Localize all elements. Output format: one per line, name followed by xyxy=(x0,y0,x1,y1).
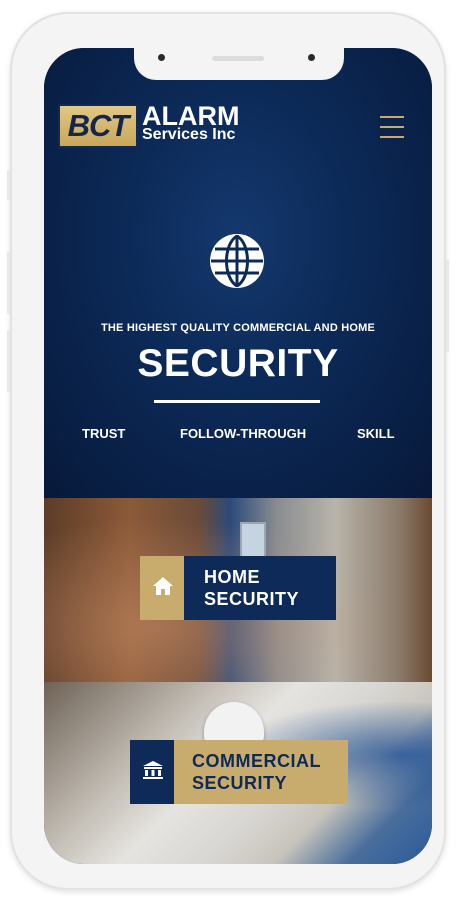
home-security-line1: HOME xyxy=(204,567,260,587)
hero-title: SECURITY xyxy=(137,342,339,385)
value-follow-through: FOLLOW-THROUGH xyxy=(180,426,307,441)
notch xyxy=(134,48,344,80)
value-skill: SKILL xyxy=(357,426,395,441)
building-icon-box xyxy=(130,740,174,804)
home-icon xyxy=(153,577,173,595)
home-security-text: HOME SECURITY xyxy=(184,556,336,620)
commercial-security-text: COMMERCIAL SECURITY xyxy=(174,740,348,804)
value-trust: TRUST xyxy=(82,426,126,441)
building-icon xyxy=(143,761,163,779)
commercial-security-line1: COMMERCIAL xyxy=(192,751,321,771)
home-security-tile[interactable]: HOME SECURITY xyxy=(44,498,432,682)
phone-frame: BCT ALARM Services Inc THE HIGHEST QUALI… xyxy=(7,12,449,890)
side-button-left-1 xyxy=(7,170,10,200)
commercial-security-tile[interactable]: COMMERCIAL SECURITY xyxy=(44,682,432,864)
sensor-dot xyxy=(158,54,165,61)
phone-screen: BCT ALARM Services Inc THE HIGHEST QUALI… xyxy=(44,48,432,864)
speaker-grille xyxy=(212,56,264,61)
logo-subtitle: Services Inc xyxy=(142,126,236,143)
commercial-security-label[interactable]: COMMERCIAL SECURITY xyxy=(130,740,348,804)
hero-section: BCT ALARM Services Inc THE HIGHEST QUALI… xyxy=(44,48,432,498)
commercial-security-line2: SECURITY xyxy=(192,773,288,793)
hamburger-menu-icon[interactable] xyxy=(380,116,404,138)
home-security-label[interactable]: HOME SECURITY xyxy=(140,556,336,620)
logo-mark: BCT xyxy=(58,104,138,148)
side-button-left-3 xyxy=(7,330,10,392)
camera-dot xyxy=(308,54,315,61)
home-security-line2: SECURITY xyxy=(204,589,300,609)
globe-icon xyxy=(210,234,264,288)
title-underline xyxy=(154,400,320,403)
side-button-right xyxy=(446,260,449,352)
home-icon-box xyxy=(140,556,184,620)
side-button-left-2 xyxy=(7,252,10,314)
hero-tagline: THE HIGHEST QUALITY COMMERCIAL AND HOME xyxy=(100,322,376,334)
site-logo[interactable]: BCT ALARM Services Inc xyxy=(58,101,244,148)
